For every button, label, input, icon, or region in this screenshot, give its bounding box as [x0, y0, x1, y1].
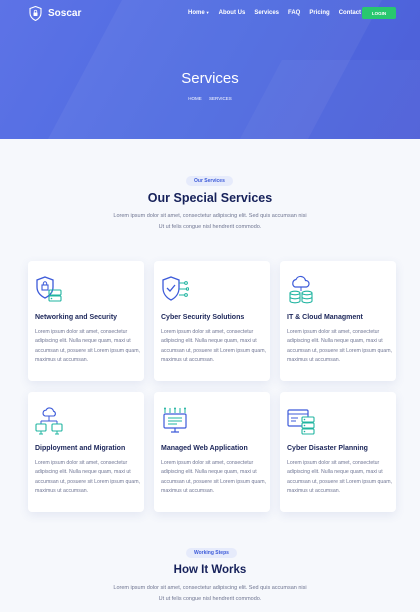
service-card-networking[interactable]: Networking and Security Lorem ipsum dolo…: [28, 261, 144, 381]
service-card-deployment[interactable]: Dipployment and Migration Lorem ipsum do…: [28, 392, 144, 512]
section-pill-steps: Working Steps: [186, 548, 237, 558]
card-description: Lorem ipsum dolor sit amet, consectetur …: [161, 329, 266, 364]
nav-about[interactable]: About Us: [219, 10, 246, 16]
cyber-shield-icon: [162, 276, 189, 301]
card-title: Dipployment and Migration: [35, 445, 126, 452]
nav-services[interactable]: Services: [254, 10, 279, 16]
deployment-icon: [35, 407, 63, 435]
brand-name: Soscar: [48, 8, 82, 19]
hero-banner: Soscar Home▼ About Us Services FAQ Prici…: [0, 0, 420, 139]
section-pill-services: Our Services: [186, 176, 233, 186]
breadcrumb-home[interactable]: HOME: [188, 96, 202, 101]
main-nav: Home▼ About Us Services FAQ Pricing Cont…: [188, 10, 361, 16]
card-description: Lorem ipsum dolor sit amet, consectetur …: [35, 460, 140, 495]
service-card-cloud[interactable]: IT & Cloud Managment Lorem ipsum dolor s…: [280, 261, 396, 381]
chevron-down-icon: ▼: [205, 10, 210, 15]
card-description: Lorem ipsum dolor sit amet, consectetur …: [35, 329, 140, 364]
service-card-cyber-security[interactable]: Cyber Security Solutions Lorem ipsum dol…: [154, 261, 270, 381]
brand-logo[interactable]: Soscar: [29, 6, 81, 21]
cloud-database-icon: [289, 275, 313, 304]
card-description: Lorem ipsum dolor sit amet, consectetur …: [287, 329, 392, 364]
card-title: Networking and Security: [35, 314, 118, 321]
section-title-steps: How It Works: [173, 564, 247, 576]
login-button[interactable]: LOGIN: [362, 7, 396, 19]
card-title: Cyber Security Solutions: [161, 314, 245, 321]
disaster-planning-icon: [287, 409, 315, 435]
page-title: Services: [181, 70, 239, 87]
section-desc-services: Lorem ipsum dolor sit amet, consectetur …: [113, 213, 307, 230]
nav-home-label: Home: [188, 10, 205, 16]
nav-contact[interactable]: Contact: [339, 10, 361, 16]
section-title-services: Our Special Services: [147, 191, 273, 205]
service-card-web-app[interactable]: Managed Web Application Lorem ipsum dolo…: [154, 392, 270, 512]
breadcrumb: HOME SERVICES: [0, 96, 420, 101]
web-app-icon: [163, 407, 187, 433]
breadcrumb-services: SERVICES: [209, 96, 232, 101]
section-desc-steps: Lorem ipsum dolor sit amet, consectetur …: [113, 585, 307, 602]
card-title: Cyber Disaster Planning: [287, 445, 368, 452]
service-card-disaster[interactable]: Cyber Disaster Planning Lorem ipsum dolo…: [280, 392, 396, 512]
shield-lock-icon: [29, 6, 42, 21]
network-security-icon: [36, 276, 62, 302]
card-title: Managed Web Application: [161, 445, 248, 452]
nav-faq[interactable]: FAQ: [288, 10, 300, 16]
card-title: IT & Cloud Managment: [287, 314, 363, 321]
card-description: Lorem ipsum dolor sit amet, consectetur …: [161, 460, 266, 495]
card-description: Lorem ipsum dolor sit amet, consectetur …: [287, 460, 392, 495]
nav-home[interactable]: Home▼: [188, 10, 210, 16]
nav-pricing[interactable]: Pricing: [309, 10, 329, 16]
